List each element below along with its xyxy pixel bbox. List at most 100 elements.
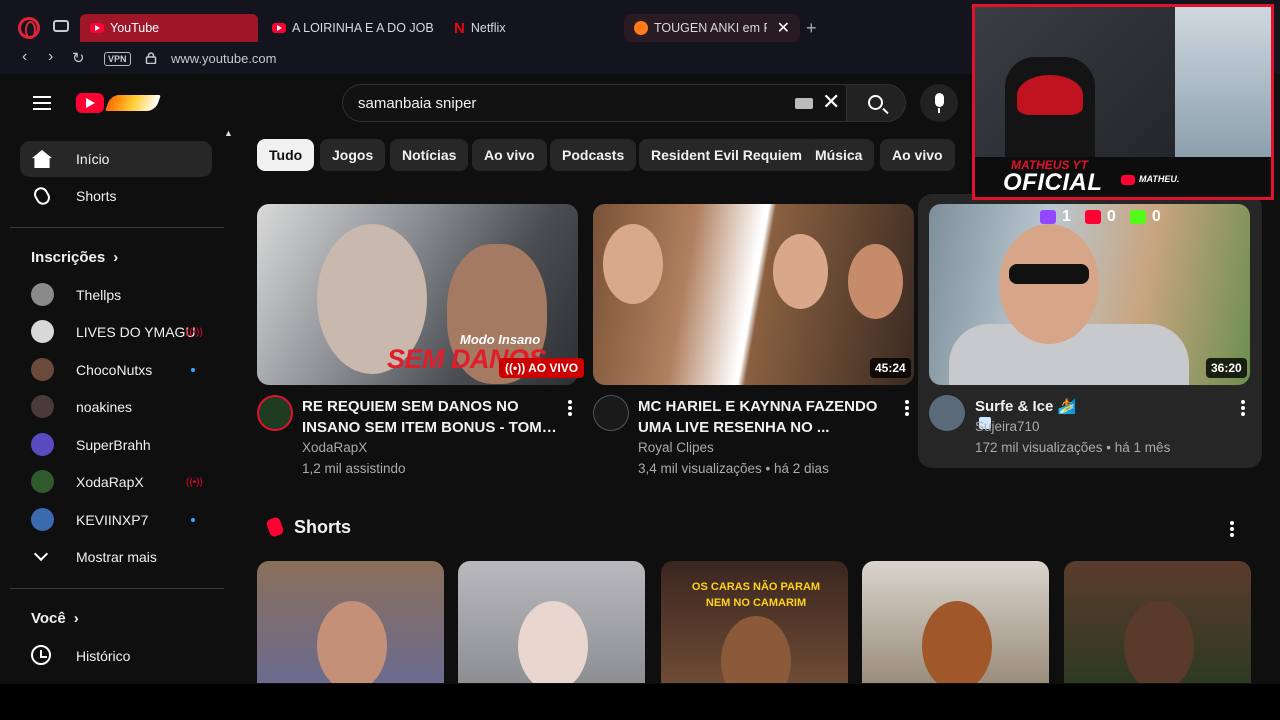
tab-netflix[interactable]: N Netflix (444, 14, 614, 42)
chevron-right-icon: › (113, 249, 119, 266)
more-actions-icon[interactable] (905, 399, 909, 417)
youtube-counter: 0 (1084, 208, 1116, 226)
sidebar-sub-lives-do-ymagu[interactable]: LIVES DO YMAGU ((•)) (20, 314, 212, 350)
channel-avatar[interactable] (257, 395, 293, 431)
tab-islands-icon[interactable] (53, 20, 69, 32)
sidebar-sub-keviinxp7[interactable]: KEVIINXP7 (20, 502, 212, 538)
back-icon[interactable]: ‹ (22, 48, 27, 66)
youtube-icon (1121, 175, 1135, 185)
gaming-chair-image (1005, 57, 1095, 157)
opera-logo-icon[interactable] (18, 17, 40, 39)
thumbnail-art (999, 224, 1099, 344)
search-input[interactable]: samanbaia sniper ✕ (342, 84, 846, 122)
tab-loirinha[interactable]: A LOIRINHA E A DO JOB C (262, 14, 434, 42)
letterbox-bar (0, 684, 1280, 720)
clear-search-icon[interactable]: ✕ (822, 89, 840, 115)
counter-value: 0 (1151, 208, 1161, 225)
you-title: Você (31, 610, 66, 627)
netflix-favicon-icon: N (454, 19, 465, 37)
voice-search-button[interactable] (920, 84, 958, 122)
sidebar-item-shorts[interactable]: Shorts (20, 178, 212, 214)
home-icon (32, 150, 52, 168)
tab-label: A LOIRINHA E A DO JOB C (292, 21, 434, 35)
youtube-play-icon (76, 93, 104, 113)
avatar (31, 433, 54, 456)
chip-noticias[interactable]: Notícias (390, 139, 469, 171)
more-actions-icon[interactable] (1230, 520, 1234, 538)
twitch-counter: 1 (1040, 208, 1071, 226)
divider (10, 227, 224, 228)
duration-badge: 45:24 (870, 358, 911, 378)
channel-avatar[interactable] (929, 395, 965, 431)
sidebar-sub-xodarapx[interactable]: XodaRapX ((•)) (20, 464, 212, 500)
vpn-badge[interactable]: VPN (104, 52, 131, 66)
tab-tougen-anki[interactable]: TOUGEN ANKI em Port ✕ (624, 14, 800, 42)
short-thumbnail[interactable] (257, 561, 444, 683)
sidebar-item-label: Mostrar mais (76, 549, 157, 565)
chip-podcasts[interactable]: Podcasts (550, 139, 637, 171)
thumbnail-art (1009, 264, 1089, 284)
scroll-up-icon[interactable]: ▲ (224, 128, 233, 138)
menu-icon[interactable] (33, 96, 51, 110)
thumbnail-art (603, 224, 663, 304)
sidebar-item-label: Shorts (76, 188, 117, 204)
channel-name[interactable]: Sujeira710 (975, 419, 1040, 434)
channel-name[interactable]: XodaRapX (302, 440, 367, 455)
more-actions-icon[interactable] (1241, 399, 1245, 417)
live-badge: ((•)) AO VIVO (499, 358, 585, 378)
youtube-logo[interactable] (76, 92, 162, 114)
thumbnail-art (922, 601, 992, 683)
short-thumbnail[interactable] (458, 561, 645, 683)
tab-label: Netflix (470, 21, 506, 35)
live-indicator-icon: ((•)) (186, 327, 203, 338)
subscriptions-header[interactable]: Inscrições › (31, 249, 118, 266)
video-title[interactable]: RE REQUIEM SEM DANOS NO INSANO SEM ITEM … (302, 396, 558, 438)
thumbnail-art (721, 616, 791, 683)
url-field[interactable]: www.youtube.com (171, 51, 277, 66)
stream-counters: 1 0 0 (1040, 208, 1161, 226)
twitch-icon (1040, 210, 1056, 224)
chevron-right-icon: › (73, 610, 79, 627)
keyboard-icon[interactable] (795, 98, 813, 109)
new-tab-icon[interactable]: + (806, 18, 817, 39)
tab-label: TOUGEN ANKI em Port (654, 21, 767, 35)
sidebar-sub-choconutxs[interactable]: ChocoNutxs (20, 352, 212, 388)
channel-avatar[interactable] (593, 395, 629, 431)
sidebar-sub-noakines[interactable]: noakines (20, 389, 212, 425)
chip-ao-vivo-2[interactable]: Ao vivo (880, 139, 955, 171)
search-button[interactable] (846, 84, 906, 122)
short-thumbnail[interactable] (1064, 561, 1251, 683)
sidebar-sub-superbrahh[interactable]: SuperBrahh (20, 427, 212, 463)
tab-youtube[interactable]: YouTube (80, 14, 258, 42)
more-actions-icon[interactable] (568, 399, 572, 417)
chip-ao-vivo[interactable]: Ao vivo (472, 139, 547, 171)
thumbnail-art (773, 234, 828, 309)
short-thumbnail[interactable] (862, 561, 1049, 683)
avatar (31, 283, 54, 306)
short-thumbnail[interactable]: OS CARAS NÃO PARAM NEM NO CAMARIM (661, 561, 848, 683)
video-thumbnail[interactable] (929, 204, 1250, 385)
show-more-button[interactable]: Mostrar mais (20, 539, 212, 575)
close-tab-icon[interactable]: ✕ (777, 18, 790, 38)
chip-musica[interactable]: Música (803, 139, 875, 171)
shorts-logo-icon (265, 516, 285, 538)
chip-jogos[interactable]: Jogos (320, 139, 386, 171)
live-badge-label: AO VIVO (528, 361, 579, 375)
screen: YouTube A LOIRINHA E A DO JOB C N Netfli… (0, 0, 1280, 720)
thumbnail-art (1124, 601, 1194, 683)
sidebar-sub-thellps[interactable]: Thellps (20, 277, 212, 313)
you-header[interactable]: Você › (31, 610, 79, 627)
video-title[interactable]: MC HARIEL E KAYNNA FAZENDO UMA LIVE RESE… (638, 396, 894, 438)
video-thumbnail[interactable] (593, 204, 914, 385)
reload-icon[interactable]: ↻ (72, 49, 85, 67)
chip-tudo[interactable]: Tudo (257, 139, 315, 171)
sidebar-item-label: XodaRapX (76, 474, 144, 490)
sidebar-item-home[interactable]: Início (20, 141, 212, 177)
chip-resident-evil-requiem[interactable]: Resident Evil Requiem (639, 139, 814, 171)
divider (10, 588, 224, 589)
webcam-overlay: MATHEUS YT OFICIAL MATHEU. (972, 4, 1274, 200)
sidebar-item-history[interactable]: Histórico (20, 638, 212, 674)
channel-name[interactable]: Royal Clipes (638, 440, 714, 455)
forward-icon[interactable]: › (48, 48, 53, 66)
short-caption: OS CARAS NÃO PARAM NEM NO CAMARIM (691, 581, 821, 609)
